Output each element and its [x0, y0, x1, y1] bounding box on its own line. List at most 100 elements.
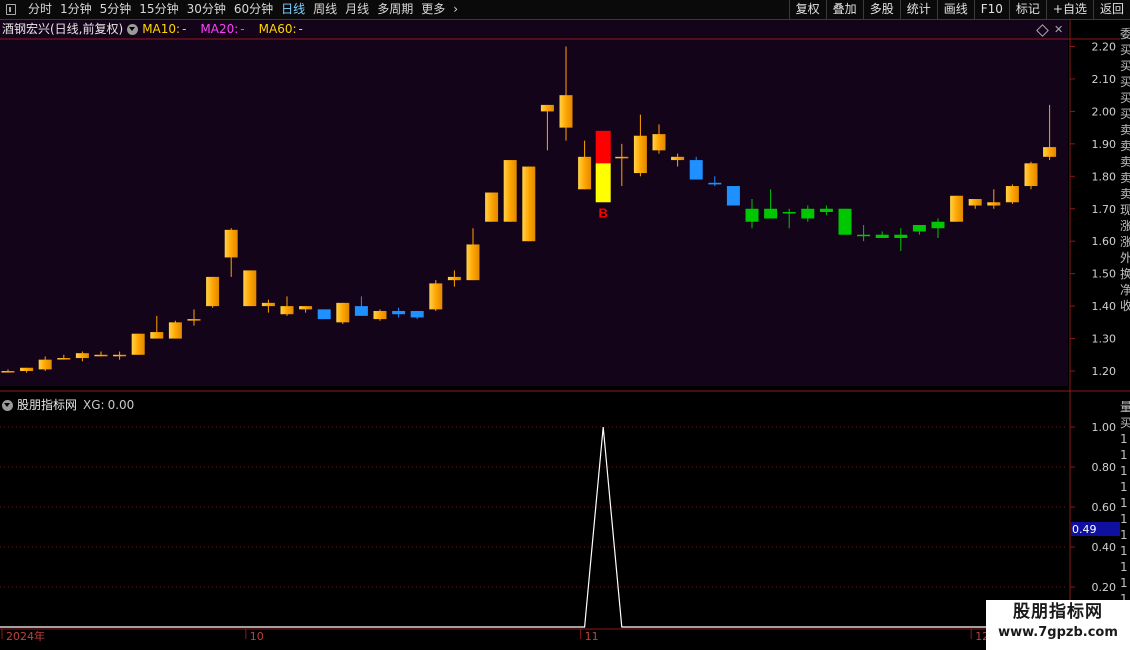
watermark-url: www.7gpzb.com [998, 625, 1118, 640]
strip-label: 现 [1120, 203, 1130, 217]
indicator-dropdown-icon[interactable] [2, 399, 13, 411]
statistics-button[interactable]: 统计 [899, 0, 937, 19]
candle [373, 309, 387, 321]
candle-body [280, 306, 294, 315]
strip-label: 1 [1120, 512, 1128, 526]
candle [485, 192, 499, 222]
strip-label: 1 [1120, 496, 1128, 510]
overlay-button[interactable]: 叠加 [825, 0, 863, 19]
tab-period[interactable]: 15分钟 [135, 0, 182, 19]
f10-button[interactable]: F10 [973, 0, 1009, 19]
y-tick-label: 1.40 [1092, 300, 1117, 313]
y-tick-label: 2.10 [1092, 73, 1117, 86]
tab-period[interactable]: 5分钟 [96, 0, 136, 19]
quote-panel-strip: 委买买买买买卖卖卖卖卖现涨涨外换净收 [1120, 26, 1130, 390]
candle-body [968, 199, 982, 206]
kline-chart[interactable]: B 1.20 1.30 1.40 1.50 1.60 1.70 1.80 1.90 2.00 2.… [0, 20, 1130, 650]
mark-button[interactable]: 标记 [1008, 0, 1046, 19]
draw-line-button[interactable]: 画线 [936, 0, 974, 19]
xg-label: XG: [83, 398, 105, 412]
close-icon[interactable]: ✕ [1054, 24, 1063, 35]
y-tick-label: 1.90 [1092, 138, 1117, 151]
candle [131, 333, 145, 355]
candle-body [782, 212, 796, 214]
strip-label: 净 [1120, 283, 1130, 297]
strip-label: 买 [1120, 416, 1130, 430]
tab-period[interactable]: 30分钟 [183, 0, 230, 19]
volume-panel-strip: 量买1111111111111 [1120, 399, 1130, 627]
candle-body [317, 309, 331, 320]
strip-label: 委 [1120, 27, 1130, 41]
candle-body [485, 192, 499, 222]
period-toolbar: 分时 1分钟 5分钟 15分钟 30分钟 60分钟 日线 周线 月线 多周期 更… [0, 0, 1130, 20]
candle-body [764, 208, 778, 219]
strip-label: 卖 [1120, 187, 1130, 201]
candle-body [150, 332, 164, 339]
candle-body [1043, 147, 1057, 157]
candle [429, 280, 443, 311]
candle-body [354, 306, 368, 316]
add-watchlist-button[interactable]: +自选 [1045, 0, 1093, 19]
candle-body [131, 333, 145, 355]
candle-body [429, 283, 443, 310]
candle-body [838, 208, 852, 235]
candle [168, 320, 182, 339]
layout-toggle-icon[interactable] [6, 4, 16, 15]
tab-period[interactable]: 1分钟 [56, 0, 96, 19]
tab-period[interactable]: 日线 [277, 0, 309, 19]
candle [317, 309, 331, 320]
candle-body [503, 160, 517, 222]
strip-label: 1 [1120, 544, 1128, 558]
strip-label: 买 [1120, 75, 1130, 89]
strip-label: 买 [1120, 43, 1130, 57]
restore-rights-button[interactable]: 复权 [788, 0, 826, 19]
strip-label: 1 [1120, 432, 1128, 446]
action-buttons: 复权 叠加 多股 统计 画线 F10 标记 +自选 返回 [788, 0, 1130, 19]
watermark-title: 股朋指标网 [1013, 602, 1103, 622]
strip-label: 外 [1120, 251, 1130, 265]
y-tick-label: 2.20 [1092, 40, 1117, 53]
tab-period[interactable]: 月线 [341, 0, 373, 19]
candle-body [894, 234, 908, 238]
tab-period-more[interactable]: 更多 [417, 0, 449, 19]
stock-title: 酒钢宏兴(日线,前复权) [2, 22, 124, 36]
candle-body [875, 234, 889, 238]
y-tick-label: 1.50 [1092, 268, 1117, 281]
strip-label: 1 [1120, 528, 1128, 542]
strip-label: 买 [1120, 59, 1130, 73]
candle [950, 195, 964, 222]
chevron-right-icon[interactable]: › [449, 0, 462, 19]
candle [726, 186, 740, 206]
strip-label: 1 [1120, 464, 1128, 478]
tab-period[interactable]: 分时 [24, 0, 56, 19]
candle [243, 270, 257, 307]
candle [689, 156, 703, 180]
candle [503, 160, 517, 222]
tab-period[interactable]: 多周期 [373, 0, 417, 19]
strip-label: 1 [1120, 576, 1128, 590]
y-tick-label: 1.60 [1092, 235, 1117, 248]
strip-label: 卖 [1120, 171, 1130, 185]
dropdown-circle-icon[interactable] [127, 23, 139, 35]
tab-period[interactable]: 周线 [309, 0, 341, 19]
strip-label: 涨 [1120, 219, 1130, 233]
candle-body [1024, 163, 1038, 187]
candle-body [261, 302, 275, 307]
candle-body [224, 229, 238, 258]
candle-body [540, 104, 554, 112]
candle-body [726, 186, 740, 206]
strip-label: 卖 [1120, 139, 1130, 153]
candle-body [559, 95, 573, 128]
back-button[interactable]: 返回 [1092, 0, 1130, 19]
candle [336, 302, 350, 324]
signal-markers: B [599, 205, 608, 220]
multi-stock-button[interactable]: 多股 [862, 0, 900, 19]
candle-body [987, 202, 1001, 206]
candle-body [931, 221, 945, 229]
ma20-label: MA20: - [200, 22, 245, 36]
signal-candle-lower [595, 163, 611, 203]
period-tabs: 分时 1分钟 5分钟 15分钟 30分钟 60分钟 日线 周线 月线 多周期 更… [0, 0, 462, 19]
strip-label: 1 [1120, 560, 1128, 574]
tab-period[interactable]: 60分钟 [230, 0, 277, 19]
indicator-y-tick-label: 0.80 [1092, 461, 1117, 474]
